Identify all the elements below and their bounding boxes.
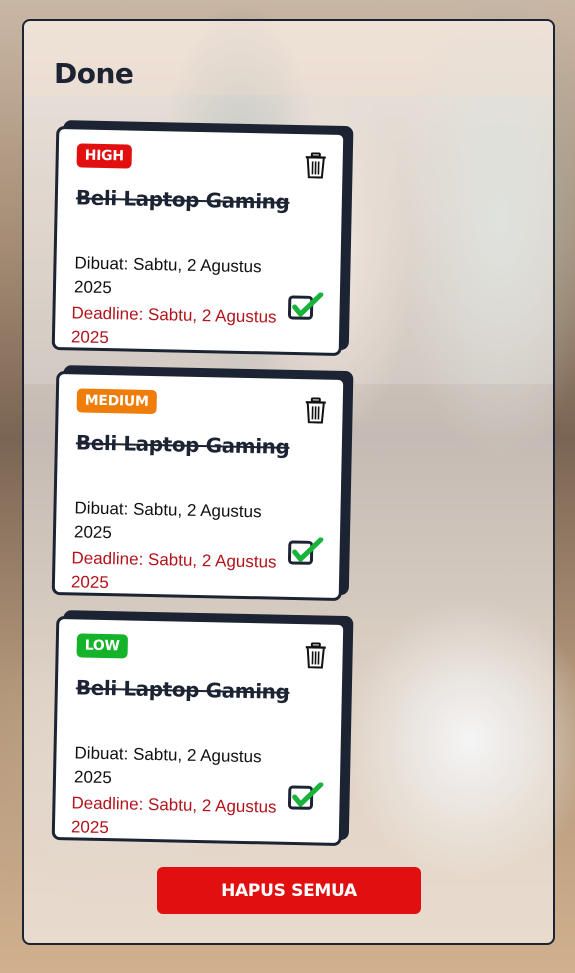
priority-badge: HIGH — [76, 143, 132, 169]
priority-badge: LOW — [76, 633, 128, 659]
task-card: MEDIUM Beli Laptop Gaming Dibuat: Sabtu,… — [51, 370, 347, 602]
created-date: Dibuat: Sabtu, 2 Agustus 2025 — [73, 498, 262, 543]
done-column: Done HIGH Beli Laptop Gaming Dibuat: Sab… — [22, 19, 555, 945]
deadline-date: Deadline: Sabtu, 2 Agustus 2025 — [70, 793, 277, 838]
trash-icon[interactable] — [304, 397, 327, 424]
trash-icon[interactable] — [304, 152, 327, 179]
trash-icon[interactable] — [304, 642, 327, 669]
checkmark-icon[interactable] — [287, 782, 324, 813]
task-card: LOW Beli Laptop Gaming Dibuat: Sabtu, 2 … — [51, 615, 347, 847]
section-title: Done — [54, 57, 134, 90]
created-date: Dibuat: Sabtu, 2 Agustus 2025 — [73, 743, 262, 788]
task-title: Beli Laptop Gaming — [75, 185, 290, 214]
deadline-date: Deadline: Sabtu, 2 Agustus 2025 — [70, 548, 277, 593]
priority-badge: MEDIUM — [76, 388, 157, 415]
task-title: Beli Laptop Gaming — [75, 430, 290, 459]
delete-all-button[interactable]: HAPUS SEMUA — [157, 867, 421, 914]
checkmark-icon[interactable] — [287, 537, 324, 568]
deadline-date: Deadline: Sabtu, 2 Agustus 2025 — [70, 303, 277, 348]
created-date: Dibuat: Sabtu, 2 Agustus 2025 — [73, 253, 262, 298]
checkmark-icon[interactable] — [287, 292, 324, 323]
task-title: Beli Laptop Gaming — [75, 675, 290, 704]
task-card: HIGH Beli Laptop Gaming Dibuat: Sabtu, 2… — [51, 125, 347, 357]
